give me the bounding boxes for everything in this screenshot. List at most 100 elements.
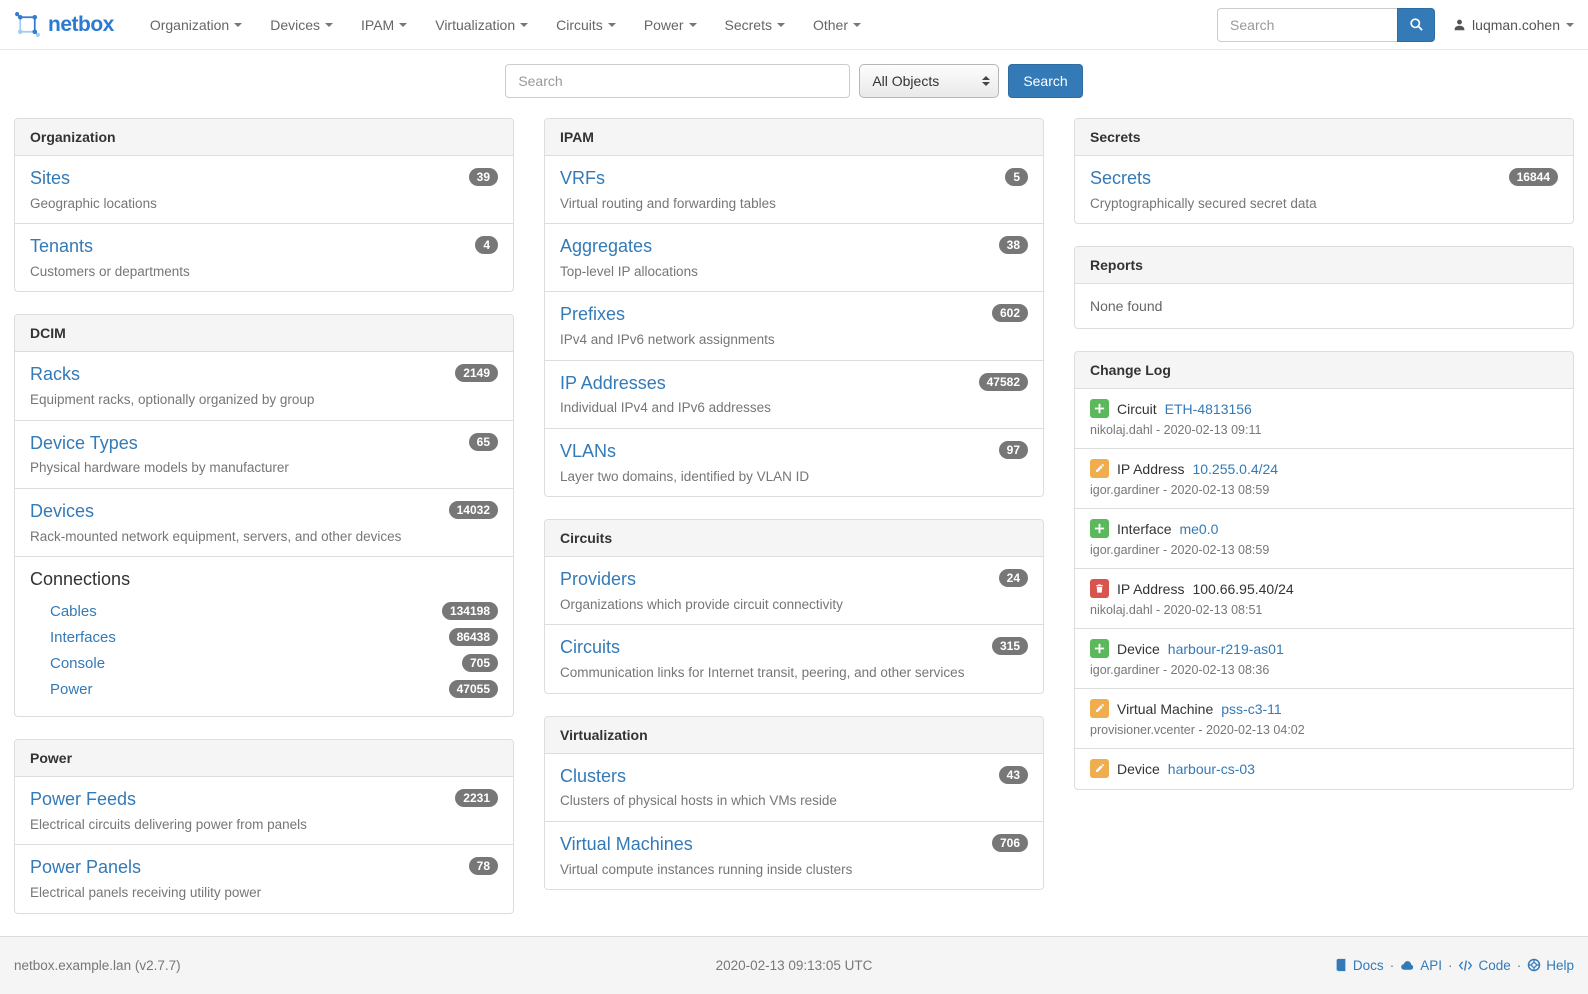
changelog-object-link[interactable]: pss-c3-11 — [1221, 701, 1281, 717]
ip-addresses-link[interactable]: IP Addresses — [560, 373, 666, 394]
cloud-icon — [1400, 958, 1415, 973]
updated-icon — [1090, 759, 1109, 778]
user-menu[interactable]: luqman.cohen — [1453, 17, 1574, 33]
count-badge: 705 — [462, 654, 498, 672]
organization-panel: Organization Sites 39 Geographic locatio… — [14, 118, 514, 292]
separator: · — [1517, 958, 1522, 973]
search-input[interactable] — [505, 64, 850, 98]
vrfs-link[interactable]: VRFs — [560, 168, 605, 189]
providers-link[interactable]: Providers — [560, 569, 636, 590]
navbar-search-button[interactable] — [1397, 8, 1435, 42]
menu-secrets[interactable]: Secrets — [711, 2, 799, 48]
menu-organization[interactable]: Organization — [136, 2, 256, 48]
count-badge: 97 — [999, 441, 1028, 459]
vlans-link[interactable]: VLANs — [560, 441, 616, 462]
changelog-entry: IP Address 100.66.95.40/24 nikolaj.dahl … — [1075, 568, 1573, 628]
item-vrfs: VRFs 5 Virtual routing and forwarding ta… — [545, 156, 1043, 223]
count-badge: 38 — [999, 236, 1028, 254]
menu-label: Virtualization — [435, 17, 515, 33]
separator: · — [1390, 958, 1395, 973]
changelog-object-link[interactable]: harbour-r219-as01 — [1168, 641, 1284, 657]
secrets-panel: Secrets Secrets 16844 Cryptographically … — [1074, 118, 1574, 224]
menu-devices[interactable]: Devices — [256, 2, 347, 48]
item-sites: Sites 39 Geographic locations — [15, 156, 513, 223]
help-link[interactable]: Help — [1527, 958, 1574, 973]
netbox-logo-icon — [14, 11, 41, 38]
chevron-down-icon — [689, 23, 697, 27]
docs-link[interactable]: Docs — [1334, 958, 1384, 973]
connections-row-power: Power 47055 — [30, 676, 498, 702]
search-button[interactable]: Search — [1008, 64, 1082, 98]
username: luqman.cohen — [1472, 17, 1560, 33]
changelog-object-link[interactable]: ETH-4813156 — [1165, 401, 1252, 417]
sites-link[interactable]: Sites — [30, 168, 70, 189]
count-badge: 16844 — [1509, 168, 1558, 186]
item-secrets: Secrets 16844 Cryptographically secured … — [1075, 156, 1573, 223]
count-badge: 47582 — [979, 373, 1028, 391]
changelog-object-type: IP Address — [1117, 461, 1184, 477]
item-providers: Providers 24 Organizations which provide… — [545, 557, 1043, 624]
api-link[interactable]: API — [1400, 958, 1442, 973]
item-description: Equipment racks, optionally organized by… — [30, 391, 498, 409]
prefixes-link[interactable]: Prefixes — [560, 304, 625, 325]
changelog-meta: provisioner.vcenter - 2020-02-13 04:02 — [1090, 723, 1558, 737]
netbox-brand[interactable]: netbox — [14, 11, 114, 38]
console-link[interactable]: Console — [50, 655, 105, 672]
footer-link-label: Help — [1546, 958, 1574, 973]
changelog-object-text: 100.66.95.40/24 — [1192, 581, 1293, 597]
circuits-link[interactable]: Circuits — [560, 637, 620, 658]
panel-title: Change Log — [1075, 352, 1573, 389]
changelog-meta: nikolaj.dahl - 2020-02-13 09:11 — [1090, 423, 1558, 437]
power-feeds-link[interactable]: Power Feeds — [30, 789, 136, 810]
panel-title: Reports — [1075, 247, 1573, 284]
changelog-object-link[interactable]: me0.0 — [1179, 521, 1218, 537]
panel-title: Secrets — [1075, 119, 1573, 156]
power-panels-link[interactable]: Power Panels — [30, 857, 141, 878]
code-link[interactable]: Code — [1458, 958, 1510, 973]
footer-link-label: Code — [1478, 958, 1510, 973]
menu-ipam[interactable]: IPAM — [347, 2, 421, 48]
object-type-select[interactable]: All Objects — [859, 64, 999, 98]
changelog-object-link[interactable]: 10.255.0.4/24 — [1192, 461, 1278, 477]
menu-power[interactable]: Power — [630, 2, 711, 48]
item-racks: Racks 2149 Equipment racks, optionally o… — [15, 352, 513, 419]
menu-label: Other — [813, 17, 848, 33]
count-badge: 86438 — [449, 628, 498, 646]
connections-row-console: Console 705 — [30, 650, 498, 676]
device-types-link[interactable]: Device Types — [30, 433, 138, 454]
created-icon — [1090, 399, 1109, 418]
panel-title: Circuits — [545, 520, 1043, 557]
tenants-link[interactable]: Tenants — [30, 236, 93, 257]
menu-label: Organization — [150, 17, 229, 33]
secrets-link[interactable]: Secrets — [1090, 168, 1151, 189]
power-panel: Power Power Feeds 2231 Electrical circui… — [14, 739, 514, 913]
clusters-link[interactable]: Clusters — [560, 766, 626, 787]
power-link[interactable]: Power — [50, 681, 93, 698]
panel-title: IPAM — [545, 119, 1043, 156]
footer: netbox.example.lan (v2.7.7) 2020-02-13 0… — [0, 936, 1588, 994]
connections-row-cables: Cables 134198 — [30, 598, 498, 624]
deleted-icon — [1090, 579, 1109, 598]
global-search-bar: All Objects Search — [0, 64, 1588, 98]
changelog-object-type: Device — [1117, 761, 1160, 777]
interfaces-link[interactable]: Interfaces — [50, 629, 116, 646]
changelog-meta: nikolaj.dahl - 2020-02-13 08:51 — [1090, 603, 1558, 617]
item-tenants: Tenants 4 Customers or departments — [15, 223, 513, 291]
aggregates-link[interactable]: Aggregates — [560, 236, 652, 257]
changelog-object-link[interactable]: harbour-cs-03 — [1168, 761, 1255, 777]
navbar-search-input[interactable] — [1217, 8, 1397, 42]
changelog-panel: Change Log Circuit ETH-4813156 nikolaj.d… — [1074, 351, 1574, 790]
menu-virtualization[interactable]: Virtualization — [421, 2, 542, 48]
reports-empty-text: None found — [1075, 284, 1573, 328]
left-column: Organization Sites 39 Geographic locatio… — [14, 118, 514, 936]
virtual-machines-link[interactable]: Virtual Machines — [560, 834, 693, 855]
menu-circuits[interactable]: Circuits — [542, 2, 630, 48]
devices-link[interactable]: Devices — [30, 501, 94, 522]
chevron-down-icon — [399, 23, 407, 27]
cables-link[interactable]: Cables — [50, 603, 97, 620]
racks-link[interactable]: Racks — [30, 364, 80, 385]
menu-other[interactable]: Other — [799, 2, 875, 48]
life-ring-icon — [1527, 958, 1541, 972]
search-icon — [1409, 17, 1424, 32]
ipam-panel: IPAM VRFs 5 Virtual routing and forwardi… — [544, 118, 1044, 497]
